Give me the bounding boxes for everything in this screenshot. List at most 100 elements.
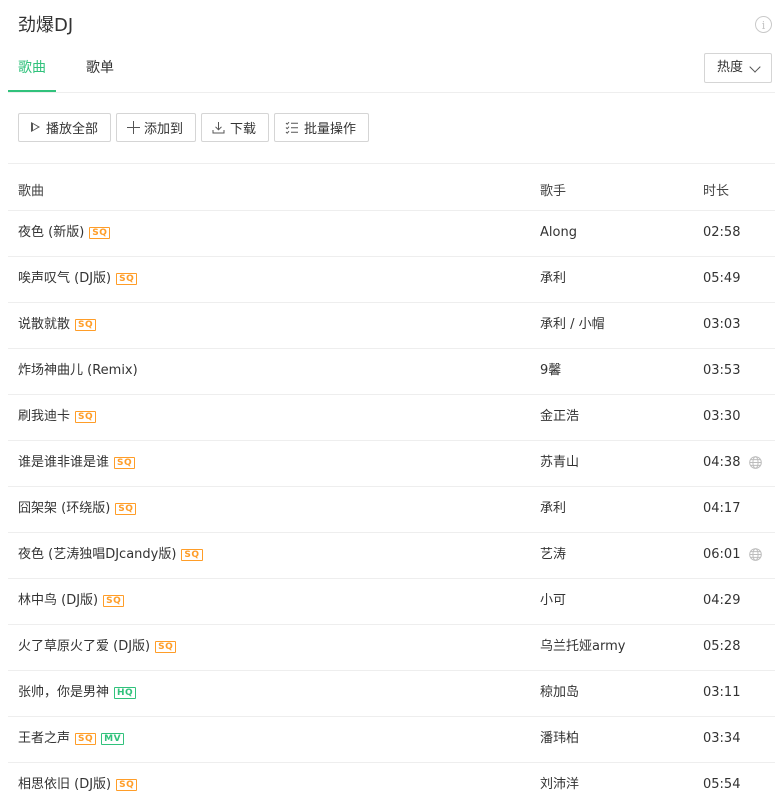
- column-header-duration: 时长: [703, 184, 730, 199]
- download-icon: [212, 122, 225, 134]
- song-row[interactable]: 谁是谁非谁是谁 SQ 苏青山 04:38: [8, 440, 775, 486]
- sort-dropdown[interactable]: 热度: [704, 53, 772, 83]
- song-name-cell: 王者之声 SQ MV: [18, 717, 125, 761]
- sq-badge: SQ: [89, 227, 111, 239]
- song-title[interactable]: 唉声叹气 (DJ版): [18, 257, 111, 301]
- song-duration: 04:17: [703, 501, 741, 516]
- song-title[interactable]: 夜色 (新版): [18, 211, 84, 255]
- song-title[interactable]: 张帅，你是男神: [18, 671, 109, 715]
- add-to-button[interactable]: 添加到: [116, 113, 197, 142]
- tab-songs[interactable]: 歌曲: [8, 52, 56, 92]
- song-duration: 03:11: [703, 685, 741, 700]
- song-row[interactable]: 夜色 (新版) SQ Along 02:58: [8, 210, 775, 256]
- song-row[interactable]: 林中鸟 (DJ版) SQ 小可 04:29: [8, 578, 775, 624]
- song-singer[interactable]: 承利: [540, 487, 566, 531]
- play-icon: [29, 121, 42, 134]
- song-duration: 04:29: [703, 593, 741, 608]
- song-singer[interactable]: Along: [540, 211, 577, 255]
- song-name-cell: 火了草原火了爱 (DJ版) SQ: [18, 625, 177, 669]
- song-singer[interactable]: 稤加岛: [540, 671, 579, 715]
- song-singer[interactable]: 金正浩: [540, 395, 579, 439]
- song-duration: 05:54: [703, 777, 741, 792]
- globe-icon[interactable]: [749, 456, 762, 469]
- song-row[interactable]: 火了草原火了爱 (DJ版) SQ 乌兰托娅army 05:28: [8, 624, 775, 670]
- song-row[interactable]: 张帅，你是男神 HQ 稤加岛 03:11: [8, 670, 775, 716]
- song-title[interactable]: 谁是谁非谁是谁: [18, 441, 109, 485]
- song-name-cell: 夜色 (艺涛独唱DJcandy版) SQ: [18, 533, 203, 577]
- song-row[interactable]: 夜色 (艺涛独唱DJcandy版) SQ 艺涛 06:01: [8, 532, 775, 578]
- song-duration: 04:38: [703, 455, 741, 470]
- tab-playlists[interactable]: 歌单: [86, 52, 114, 92]
- song-row[interactable]: 炸场神曲儿 (Remix) 9馨 03:53: [8, 348, 775, 394]
- song-title[interactable]: 囧架架 (环绕版): [18, 487, 110, 531]
- song-name-cell: 唉声叹气 (DJ版) SQ: [18, 257, 138, 301]
- checklist-icon: [285, 121, 299, 134]
- song-title[interactable]: 说散就散: [18, 303, 70, 347]
- chevron-down-icon: [749, 61, 761, 73]
- hq-badge: HQ: [114, 687, 137, 699]
- song-row[interactable]: 王者之声 SQ MV 潘玮柏 03:34: [8, 716, 775, 762]
- song-row[interactable]: 说散就散 SQ 承利 / 小帽 03:03: [8, 302, 775, 348]
- song-name-cell: 相思依旧 (DJ版) SQ: [18, 763, 138, 807]
- plus-icon: [127, 121, 141, 134]
- song-singer[interactable]: 9馨: [540, 349, 561, 393]
- song-singer[interactable]: 苏青山: [540, 441, 579, 485]
- song-name-cell: 谁是谁非谁是谁 SQ: [18, 441, 136, 485]
- song-title[interactable]: 火了草原火了爱 (DJ版): [18, 625, 150, 669]
- sq-badge: SQ: [114, 457, 136, 469]
- download-label: 下载: [230, 122, 257, 137]
- tabs-divider: [8, 92, 775, 93]
- page-title: 劲爆DJ: [18, 15, 74, 36]
- batch-operation-label: 批量操作: [304, 122, 357, 137]
- toolbar: 播放全部 添加到 下载 批量操作: [18, 113, 374, 142]
- song-row[interactable]: 相思依旧 (DJ版) SQ 刘沛洋 05:54: [8, 762, 775, 808]
- column-header-singer: 歌手: [540, 184, 567, 199]
- song-duration: 03:34: [703, 731, 741, 746]
- song-singer[interactable]: 小可: [540, 579, 566, 623]
- sort-label: 热度: [717, 60, 744, 75]
- download-button[interactable]: 下载: [201, 113, 270, 142]
- song-title[interactable]: 刷我迪卡: [18, 395, 70, 439]
- add-to-label: 添加到: [144, 122, 184, 137]
- sq-badge: SQ: [155, 641, 177, 653]
- song-row[interactable]: 囧架架 (环绕版) SQ 承利 04:17: [8, 486, 775, 532]
- mv-badge[interactable]: MV: [101, 733, 125, 745]
- song-title[interactable]: 相思依旧 (DJ版): [18, 763, 111, 807]
- song-duration: 06:01: [703, 547, 741, 562]
- song-row[interactable]: 刷我迪卡 SQ 金正浩 03:30: [8, 394, 775, 440]
- song-singer[interactable]: 承利 / 小帽: [540, 303, 605, 347]
- song-singer[interactable]: 乌兰托娅army: [540, 625, 625, 669]
- sq-badge: SQ: [75, 733, 97, 745]
- song-name-cell: 刷我迪卡 SQ: [18, 395, 97, 439]
- play-all-label: 播放全部: [46, 122, 99, 137]
- song-title[interactable]: 王者之声: [18, 717, 70, 761]
- sq-badge: SQ: [116, 779, 138, 791]
- sq-badge: SQ: [75, 319, 97, 331]
- song-singer[interactable]: 潘玮柏: [540, 717, 579, 761]
- song-duration: 05:49: [703, 271, 741, 286]
- song-duration: 05:28: [703, 639, 741, 654]
- sq-badge: SQ: [75, 411, 97, 423]
- song-title[interactable]: 炸场神曲儿 (Remix): [18, 349, 138, 393]
- song-name-cell: 炸场神曲儿 (Remix): [18, 349, 138, 393]
- song-singer[interactable]: 刘沛洋: [540, 763, 579, 807]
- info-icon[interactable]: i: [755, 16, 772, 33]
- song-duration: 03:30: [703, 409, 741, 424]
- song-singer[interactable]: 承利: [540, 257, 566, 301]
- song-duration: 03:53: [703, 363, 741, 378]
- sq-badge: SQ: [115, 503, 137, 515]
- song-name-cell: 夜色 (新版) SQ: [18, 211, 111, 255]
- batch-operation-button[interactable]: 批量操作: [274, 113, 370, 142]
- song-title[interactable]: 夜色 (艺涛独唱DJcandy版): [18, 533, 176, 577]
- song-name-cell: 说散就散 SQ: [18, 303, 97, 347]
- toolbar-divider: [8, 163, 775, 164]
- song-duration: 02:58: [703, 225, 741, 240]
- sq-badge: SQ: [103, 595, 125, 607]
- globe-icon[interactable]: [749, 548, 762, 561]
- column-header-song: 歌曲: [18, 184, 45, 199]
- song-duration: 03:03: [703, 317, 741, 332]
- song-row[interactable]: 唉声叹气 (DJ版) SQ 承利 05:49: [8, 256, 775, 302]
- play-all-button[interactable]: 播放全部: [18, 113, 112, 142]
- song-singer[interactable]: 艺涛: [540, 533, 566, 577]
- song-title[interactable]: 林中鸟 (DJ版): [18, 579, 98, 623]
